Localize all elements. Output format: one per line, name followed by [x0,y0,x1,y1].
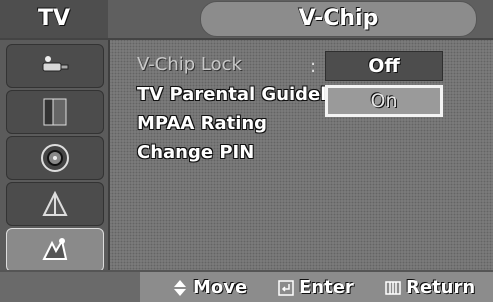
setup-icon [42,238,68,260]
up-down-arrows-icon [174,280,186,296]
section-tab-tv: TV [0,0,108,38]
page-title: V-Chip [200,1,477,37]
header-bar: TV V-Chip [0,0,493,40]
return-control: Return [385,272,475,302]
footer-left-panel [0,272,140,302]
return-icon [385,281,401,295]
menu-item-change-pin[interactable]: Change PIN [137,142,254,163]
return-label: Return [406,277,476,298]
sidebar-item-setup[interactable] [6,228,104,272]
enter-control: Enter [278,272,354,302]
option-off[interactable]: Off [325,51,443,81]
sound-icon [41,144,69,172]
osd-screen: TV V-Chip V-Chip Lock: TV Parental Guid… [0,0,493,302]
menu-item-vchip-lock[interactable]: V-Chip Lock [137,54,242,75]
move-control: Move [172,272,247,302]
enter-icon [278,280,294,296]
channel-icon [42,190,68,216]
move-label: Move [193,277,248,298]
sidebar [0,40,110,272]
menu-item-mpaa-rating[interactable]: MPAA Rating [137,113,267,134]
input-icon [42,56,69,72]
menu-separator: : [310,56,317,77]
picture-icon [43,98,67,126]
enter-label: Enter [299,277,354,298]
sidebar-item-picture[interactable] [6,90,104,134]
footer-bar: Move Enter Return [0,270,493,302]
sidebar-item-input[interactable] [6,44,104,88]
sidebar-item-channel[interactable] [6,182,104,226]
menu-item-tv-parental-guidelines[interactable]: TV Parental Guideli [137,84,333,105]
option-on[interactable]: On [325,85,443,117]
sidebar-item-sound[interactable] [6,136,104,180]
